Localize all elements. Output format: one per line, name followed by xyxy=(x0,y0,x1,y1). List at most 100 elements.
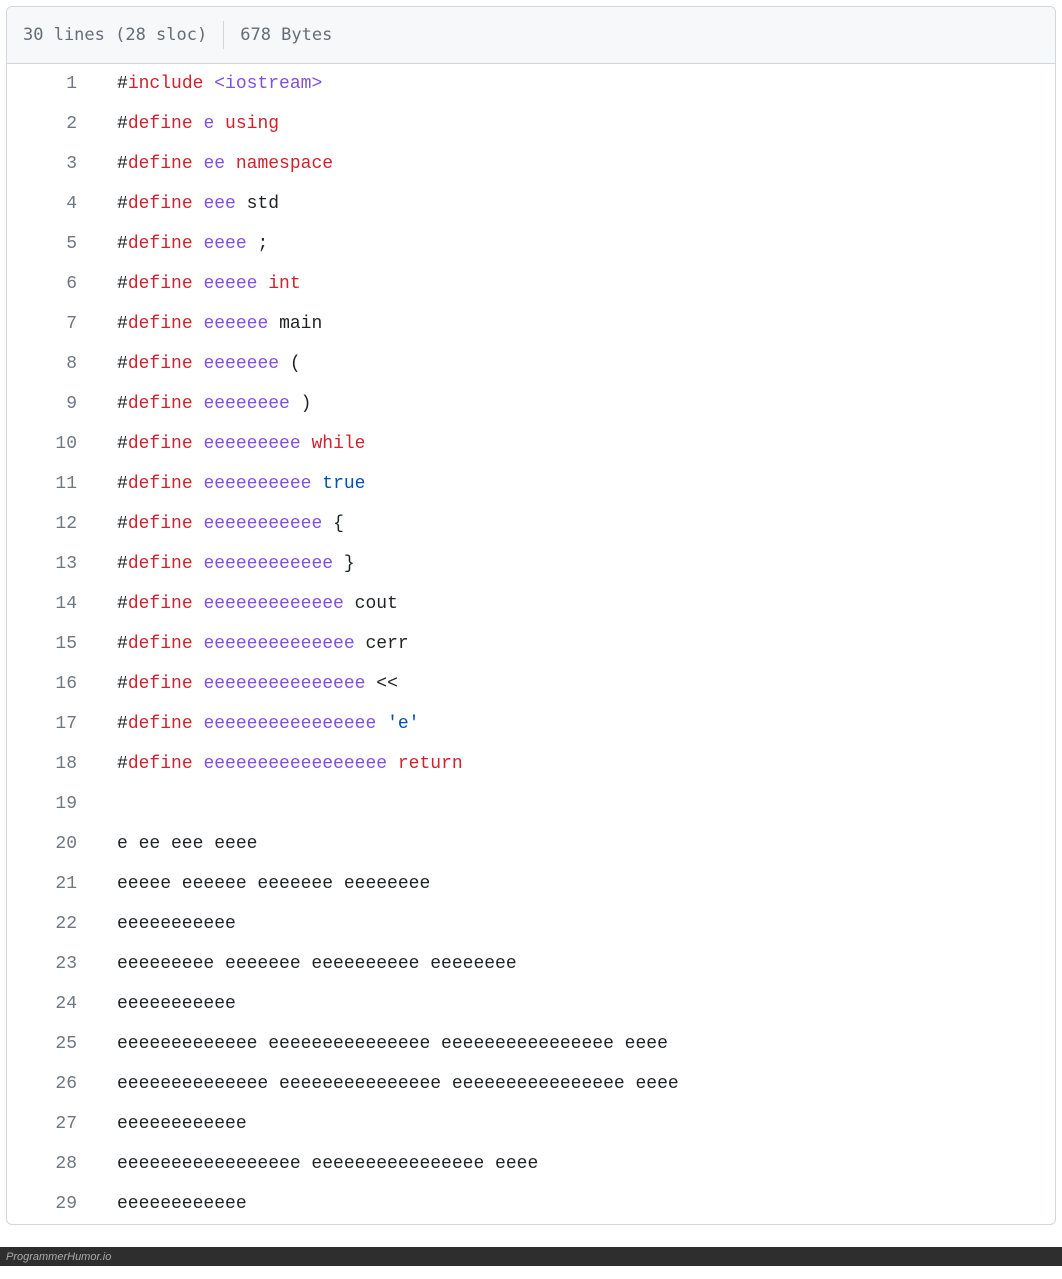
line-number[interactable]: 5 xyxy=(7,224,93,264)
code-line[interactable]: #define ee namespace xyxy=(93,144,1055,184)
line-number[interactable]: 29 xyxy=(7,1184,93,1224)
code-token xyxy=(193,314,204,334)
code-token xyxy=(193,594,204,614)
code-token xyxy=(193,754,204,774)
line-number[interactable]: 27 xyxy=(7,1104,93,1144)
line-number[interactable]: 25 xyxy=(7,1024,93,1064)
line-number[interactable]: 16 xyxy=(7,664,93,704)
code-token: ee xyxy=(203,154,235,174)
line-number[interactable]: 28 xyxy=(7,1144,93,1184)
code-token: # xyxy=(117,674,128,694)
code-line[interactable]: eeeeeeeeeeeeeeeee eeeeeeeeeeeeeeee eeee xyxy=(93,1144,1055,1184)
code-line[interactable]: #define eeeeeee ( xyxy=(93,344,1055,384)
code-line[interactable]: #define eeeeeeeeeeeeeeee 'e' xyxy=(93,704,1055,744)
code-line[interactable]: #define eeeeee main xyxy=(93,304,1055,344)
code-row: 16#define eeeeeeeeeeeeeee << xyxy=(7,664,1055,704)
code-line[interactable]: #define eeeeeeeeee true xyxy=(93,464,1055,504)
code-line[interactable]: eeeeeeeee eeeeeee eeeeeeeeee eeeeeeee xyxy=(93,944,1055,984)
code-token: define xyxy=(128,154,193,174)
line-number[interactable]: 8 xyxy=(7,344,93,384)
code-token xyxy=(193,634,204,654)
code-line[interactable] xyxy=(93,784,1055,824)
code-token: # xyxy=(117,754,128,774)
code-token: define xyxy=(128,114,193,134)
code-line[interactable]: #define eeeeeeeeeeeeee cerr xyxy=(93,624,1055,664)
line-number[interactable]: 26 xyxy=(7,1064,93,1104)
code-token: 'e' xyxy=(387,714,419,734)
code-token: eeeeeee xyxy=(203,354,289,374)
code-token: eeeeeeeee eeeeeee eeeeeeeeee eeeeeeee xyxy=(117,954,517,974)
code-line[interactable]: #define eeeeeeeeeeeeeeeee return xyxy=(93,744,1055,784)
line-number[interactable]: 1 xyxy=(7,64,93,104)
code-line[interactable]: e ee eee eeee xyxy=(93,824,1055,864)
code-row: 24eeeeeeeeeee xyxy=(7,984,1055,1024)
line-number[interactable]: 6 xyxy=(7,264,93,304)
code-line[interactable]: #define eee std xyxy=(93,184,1055,224)
code-line[interactable]: eeeeeeeeeee xyxy=(93,904,1055,944)
code-token: eeeeeeeeeee xyxy=(117,914,236,934)
line-number[interactable]: 4 xyxy=(7,184,93,224)
code-line[interactable]: eeeee eeeeee eeeeeee eeeeeeee xyxy=(93,864,1055,904)
code-row: 28eeeeeeeeeeeeeeeee eeeeeeeeeeeeeeee eee… xyxy=(7,1144,1055,1184)
code-token: eeeeee xyxy=(203,314,279,334)
code-row: 3#define ee namespace xyxy=(7,144,1055,184)
code-body[interactable]: 1#include <iostream>2#define e using3#de… xyxy=(7,64,1055,1224)
code-row: 8#define eeeeeee ( xyxy=(7,344,1055,384)
code-row: 13#define eeeeeeeeeeee } xyxy=(7,544,1055,584)
line-number[interactable]: 20 xyxy=(7,824,93,864)
code-line[interactable]: #define eeee ; xyxy=(93,224,1055,264)
code-line[interactable]: eeeeeeeeeeeee eeeeeeeeeeeeeee eeeeeeeeee… xyxy=(93,1024,1055,1064)
line-number[interactable]: 21 xyxy=(7,864,93,904)
code-line[interactable]: #define eeeeeeeeeee { xyxy=(93,504,1055,544)
code-token: eeee xyxy=(203,234,257,254)
code-line[interactable]: eeeeeeeeeeee xyxy=(93,1184,1055,1224)
line-number[interactable]: 15 xyxy=(7,624,93,664)
line-number[interactable]: 11 xyxy=(7,464,93,504)
code-row: 11#define eeeeeeeeee true xyxy=(7,464,1055,504)
code-token: include xyxy=(128,74,204,94)
code-line[interactable]: eeeeeeeeeee xyxy=(93,984,1055,1024)
code-token: # xyxy=(117,234,128,254)
page-root: 30 lines (28 sloc) 678 Bytes 1#include <… xyxy=(0,6,1062,1266)
code-token: eeeeeeeeeeee xyxy=(117,1114,247,1134)
line-number[interactable]: 17 xyxy=(7,704,93,744)
code-token: std xyxy=(247,194,279,214)
code-token xyxy=(193,154,204,174)
line-number[interactable]: 3 xyxy=(7,144,93,184)
code-token: eeeeeeeeeeeeee xyxy=(203,634,365,654)
code-line[interactable]: #define eeeeeeeeeeeeeee << xyxy=(93,664,1055,704)
line-number[interactable]: 7 xyxy=(7,304,93,344)
line-number[interactable]: 23 xyxy=(7,944,93,984)
code-row: 26eeeeeeeeeeeeee eeeeeeeeeeeeeee eeeeeee… xyxy=(7,1064,1055,1104)
code-token: cerr xyxy=(365,634,408,654)
code-line[interactable]: #define eeeeeeeeeeeee cout xyxy=(93,584,1055,624)
code-line[interactable]: eeeeeeeeeeee xyxy=(93,1104,1055,1144)
code-token: return xyxy=(398,754,463,774)
line-number[interactable]: 19 xyxy=(7,784,93,824)
code-token: main xyxy=(279,314,322,334)
line-number[interactable]: 12 xyxy=(7,504,93,544)
code-token: # xyxy=(117,434,128,454)
code-line[interactable]: #define eeeeeeeee while xyxy=(93,424,1055,464)
code-row: 23 eeeeeeeee eeeeeee eeeeeeeeee eeeeeeee xyxy=(7,944,1055,984)
code-token: eeeeeeee xyxy=(203,394,300,414)
line-number[interactable]: 14 xyxy=(7,584,93,624)
code-row: 12#define eeeeeeeeeee { xyxy=(7,504,1055,544)
code-row: 21eeeee eeeeee eeeeeee eeeeeeee xyxy=(7,864,1055,904)
code-line[interactable]: #define e using xyxy=(93,104,1055,144)
code-token: define xyxy=(128,274,193,294)
line-number[interactable]: 9 xyxy=(7,384,93,424)
code-line[interactable]: #define eeeeeeeeeeee } xyxy=(93,544,1055,584)
code-line[interactable]: #include <iostream> xyxy=(93,64,1055,104)
code-token xyxy=(193,274,204,294)
line-number[interactable]: 13 xyxy=(7,544,93,584)
line-number[interactable]: 18 xyxy=(7,744,93,784)
code-line[interactable]: #define eeeeeeee ) xyxy=(93,384,1055,424)
line-number[interactable]: 22 xyxy=(7,904,93,944)
code-line[interactable]: #define eeeee int xyxy=(93,264,1055,304)
line-number[interactable]: 24 xyxy=(7,984,93,1024)
code-row: 14#define eeeeeeeeeeeee cout xyxy=(7,584,1055,624)
line-number[interactable]: 2 xyxy=(7,104,93,144)
code-line[interactable]: eeeeeeeeeeeeee eeeeeeeeeeeeeee eeeeeeeee… xyxy=(93,1064,1055,1104)
line-number[interactable]: 10 xyxy=(7,424,93,464)
